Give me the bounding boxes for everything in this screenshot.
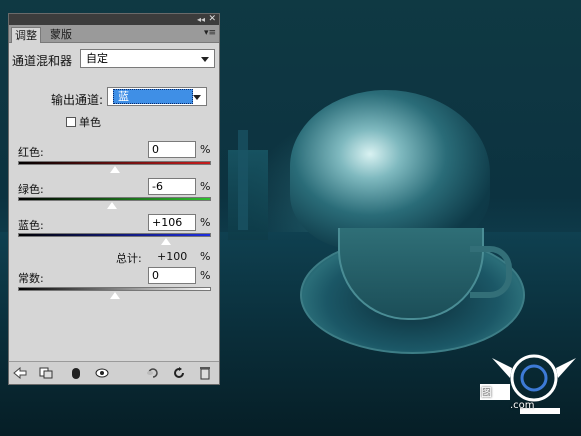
close-icon[interactable]: ✕ [208, 14, 216, 25]
green-value-input[interactable]: -6 [148, 178, 196, 195]
red-slider-thumb[interactable] [108, 165, 122, 175]
previous-state-icon[interactable] [145, 367, 159, 379]
watermark-url: .com [510, 400, 535, 411]
total-unit: % [200, 250, 211, 263]
green-label: 绿色: [18, 183, 44, 196]
city-skyline [228, 150, 268, 240]
red-unit: % [200, 143, 211, 156]
preset-dropdown[interactable]: 自定 [80, 49, 215, 68]
city-tower [238, 130, 248, 230]
red-label: 红色: [18, 146, 44, 159]
green-unit: % [200, 180, 211, 193]
output-channel-dropdown[interactable]: 蓝 [107, 87, 207, 106]
constant-value-input[interactable]: 0 [148, 267, 196, 284]
total-value: +100 [157, 250, 188, 263]
output-channel-label: 输出通道: [51, 93, 104, 107]
red-value-input[interactable]: 0 [148, 141, 196, 158]
collapse-icon[interactable]: ◂◂ [197, 14, 205, 25]
blue-value-input[interactable]: +106 [148, 214, 196, 231]
preset-value: 自定 [86, 52, 108, 65]
total-label: 总计: [116, 252, 142, 265]
panel-menu-icon[interactable]: ▾≡ [204, 28, 216, 38]
constant-slider-track[interactable] [18, 287, 211, 291]
trash-icon[interactable] [199, 366, 211, 380]
blue-label: 蓝色: [18, 219, 44, 232]
panel-titlebar[interactable]: ◂◂ ✕ [9, 14, 219, 25]
tool-name: 通道混和器 [12, 54, 73, 68]
reset-icon[interactable] [172, 367, 186, 379]
blue-slider-track[interactable] [18, 233, 211, 237]
arrow-left-icon[interactable] [13, 367, 27, 379]
blue-slider-thumb[interactable] [159, 237, 173, 247]
constant-label: 常数: [18, 272, 44, 285]
chevron-down-icon [201, 57, 209, 62]
adjustments-panel: ◂◂ ✕ 调整 蒙版 ▾≡ 通道混和器 自定 输出通道: 蓝 单色 红色: 0 … [8, 13, 220, 385]
panel-footer [9, 361, 219, 384]
wave [290, 90, 490, 250]
clip-layer-icon[interactable] [39, 367, 53, 379]
green-slider-track[interactable] [18, 197, 211, 201]
tab-adjustments[interactable]: 调整 [11, 27, 41, 43]
teacup-handle [470, 246, 512, 298]
green-slider-thumb[interactable] [105, 201, 119, 211]
constant-slider-thumb[interactable] [108, 291, 122, 301]
tab-masks[interactable]: 蒙版 [47, 27, 75, 42]
panel-tabs: 调整 蒙版 ▾≡ [9, 25, 219, 43]
blue-unit: % [200, 216, 211, 229]
visibility-mask-icon[interactable] [71, 366, 81, 380]
monochrome-label: 单色 [79, 116, 101, 129]
watermark-text: 图 [481, 386, 492, 399]
monochrome-checkbox[interactable] [66, 117, 76, 127]
constant-unit: % [200, 269, 211, 282]
chevron-down-icon [193, 95, 201, 100]
red-slider-track[interactable] [18, 161, 211, 165]
output-channel-value: 蓝 [113, 89, 193, 104]
eye-icon[interactable] [95, 367, 109, 379]
